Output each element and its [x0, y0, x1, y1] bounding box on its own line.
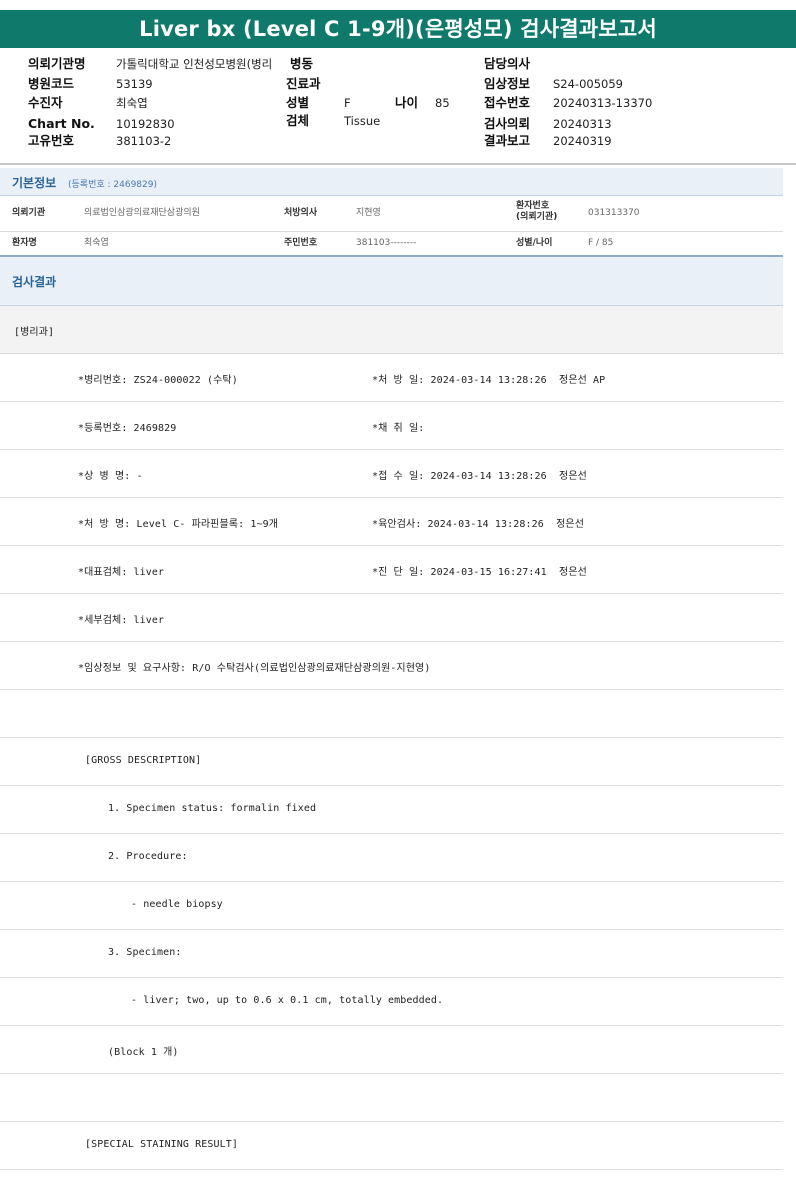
result-date-label: 결과보고 [484, 133, 531, 148]
basic-info-row: 환자명 최숙엽 주민번호 381103-------- 성별/나이 F / 85 [0, 232, 783, 256]
institution-label: 의뢰기관명 [28, 56, 86, 71]
age-label: 나이 [395, 95, 419, 110]
gross-row: [GROSS DESCRIPTION] [0, 738, 783, 786]
basic-info-header: 기본정보 (등록번호 : 2469829) [0, 168, 783, 196]
request-value: 20240313 [553, 117, 612, 131]
result-row: *처 방 명: Level C- 파라핀블록: 1~9개 *육안검사: 2024-… [0, 498, 783, 546]
gross-row: 2. Procedure: [0, 834, 783, 882]
info-label: 성별/나이 [516, 238, 553, 248]
info-label: 환자번호 (의뢰기관) [516, 201, 558, 222]
info-label: 처방의사 [284, 208, 318, 218]
department-label: 진료과 [286, 76, 321, 91]
result-row: *세부검체: liver [0, 594, 783, 642]
patient-label: 수진자 [28, 95, 63, 110]
receipt-value: 20240313-13370 [553, 96, 653, 110]
header-divider [0, 163, 796, 165]
gross-text: 3. Specimen: [108, 947, 182, 958]
unique-value: 381103-2 [116, 134, 172, 148]
info-value: 381103-------- [356, 238, 417, 248]
age-value: 85 [435, 96, 450, 110]
report-title: Liver bx (Level C 1-9개)(은평성모) 검사결과보고서 [0, 10, 796, 48]
results-header: 검사결과 [0, 257, 783, 306]
result-field-left: *처 방 명: Level C- 파라핀블록: 1~9개 [78, 519, 278, 530]
info-label: 의뢰기관 [12, 208, 46, 218]
gross-text: (Block 1 개) [108, 1047, 179, 1058]
info-label: 주민번호 [284, 238, 318, 248]
info-value: 지현영 [356, 208, 381, 218]
sex-value: F [344, 96, 351, 110]
gross-row [0, 690, 783, 738]
chart-label: Chart No. [28, 116, 95, 131]
result-field-left: *병리번호: ZS24-000022 (수탁) [78, 375, 238, 386]
unique-label: 고유번호 [28, 133, 75, 148]
gross-row [0, 1074, 783, 1122]
result-field-left: *대표검체: liver [78, 567, 165, 578]
specimen-label: 검체 [286, 113, 310, 128]
chart-value: 10192830 [116, 117, 175, 131]
gross-row: - needle biopsy [0, 882, 783, 930]
result-row: *상 병 명: - *접 수 일: 2024-03-14 13:28:26 정은선 [0, 450, 783, 498]
hospital-code-value: 53139 [116, 77, 153, 91]
result-field-right: *채 취 일: [372, 423, 425, 434]
basic-info-row: 의뢰기관 의료법인삼광의료재단삼광의원 처방의사 지현영 환자번호 (의뢰기관)… [0, 196, 783, 232]
gross-text: 1. Specimen status: formalin fixed [108, 803, 317, 814]
clinical-info-label: 임상정보 [484, 76, 531, 91]
info-value: 031313370 [588, 208, 640, 218]
gross-row: [SPECIAL STAINING RESULT] [0, 1122, 783, 1170]
result-row: *병리번호: ZS24-000022 (수탁) *처 방 일: 2024-03-1… [0, 354, 783, 402]
department-name: [병리과] [14, 327, 55, 338]
gross-row: 3. Specimen: [0, 930, 783, 978]
gross-row: - liver; two, up to 0.6 x 0.1 cm, totall… [0, 978, 783, 1026]
gross-row: (Block 1 개) [0, 1026, 783, 1074]
result-field-left: *임상정보 및 요구사항: R/O 수탁검사(의료법인삼광의료재단삼광의원-지현… [78, 663, 431, 674]
info-value: F / 85 [588, 238, 614, 248]
ward-label: 병동 [290, 56, 314, 71]
info-value: 의료법인삼광의료재단삼광의원 [84, 208, 200, 218]
result-date-value: 20240319 [553, 134, 612, 148]
patient-value: 최숙엽 [116, 96, 148, 110]
gross-text: [SPECIAL STAINING RESULT] [85, 1139, 239, 1150]
gross-text: - liver; two, up to 0.6 x 0.1 cm, totall… [131, 995, 444, 1006]
department-row: [병리과] [0, 306, 783, 354]
doctor-label: 담당의사 [484, 56, 531, 71]
result-field-right: *접 수 일: 2024-03-14 13:28:26 정은선 [372, 471, 587, 482]
clinical-info-value: S24-005059 [553, 77, 623, 91]
result-row: *등록번호: 2469829 *채 취 일: [0, 402, 783, 450]
result-row: *대표검체: liver *진 단 일: 2024-03-15 16:27:41 … [0, 546, 783, 594]
result-field-left: *상 병 명: - [78, 471, 143, 482]
info-label: 환자명 [12, 238, 37, 248]
result-row: *임상정보 및 요구사항: R/O 수탁검사(의료법인삼광의료재단삼광의원-지현… [0, 642, 783, 690]
result-field-right: *진 단 일: 2024-03-15 16:27:41 정은선 [372, 567, 587, 578]
sex-label: 성별 [286, 95, 310, 110]
request-label: 검사의뢰 [484, 116, 531, 131]
results-title: 검사결과 [12, 275, 57, 289]
hospital-code-label: 병원코드 [28, 76, 75, 91]
gross-row: 1. Specimen status: formalin fixed [0, 786, 783, 834]
gross-text: 2. Procedure: [108, 851, 188, 862]
institution-value: 가톨릭대학교 인천성모병원(병리 [116, 57, 273, 71]
registration-number: (등록번호 : 2469829) [68, 180, 157, 190]
receipt-label: 접수번호 [484, 95, 531, 110]
gross-text: - needle biopsy [131, 899, 223, 910]
result-field-left: *등록번호: 2469829 [78, 423, 177, 434]
result-field-left: *세부검체: liver [78, 615, 165, 626]
result-field-right: *육안검사: 2024-03-14 13:28:26 정은선 [372, 519, 584, 530]
specimen-value: Tissue [344, 114, 381, 128]
info-value: 최숙엽 [84, 238, 109, 248]
gross-text: [GROSS DESCRIPTION] [85, 755, 202, 766]
basic-info-title: 기본정보 [12, 176, 57, 190]
result-field-right: *처 방 일: 2024-03-14 13:28:26 정은선 AP [372, 375, 606, 386]
